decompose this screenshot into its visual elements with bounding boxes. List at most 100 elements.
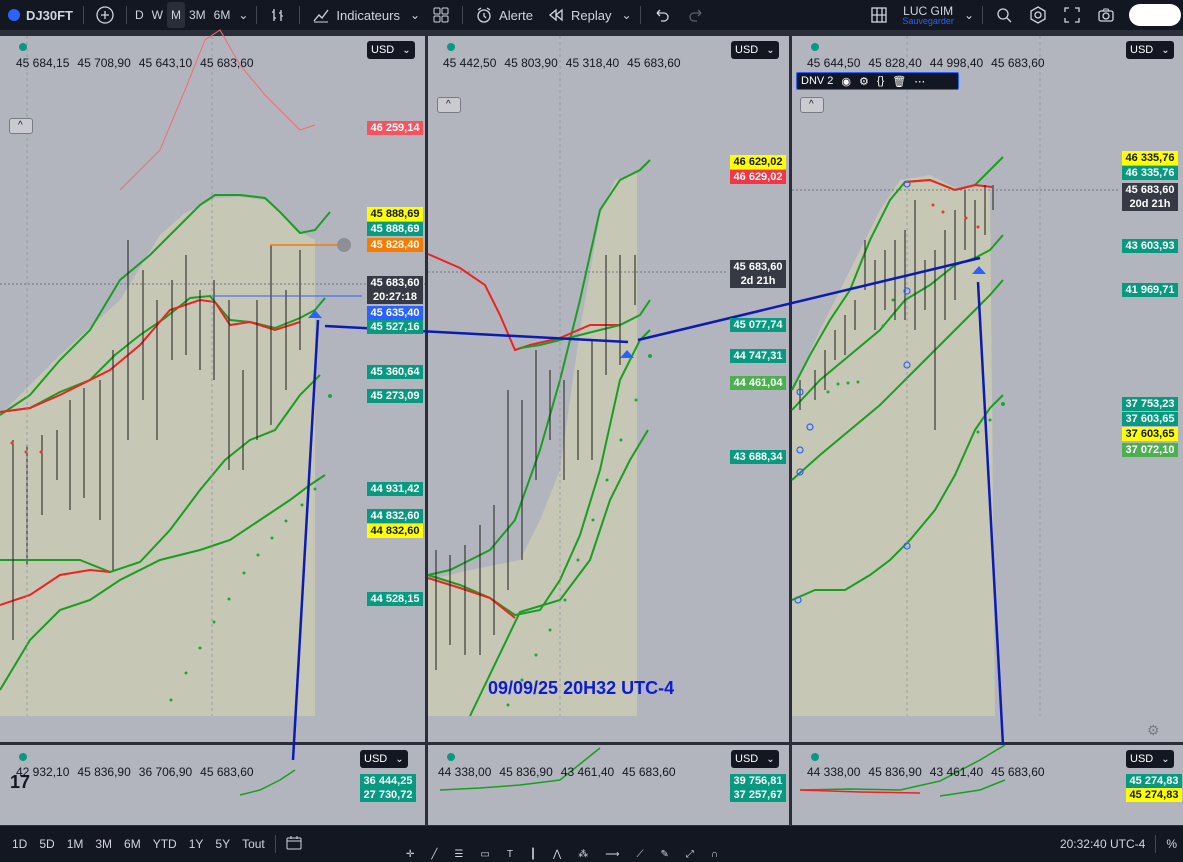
publish-pill: [1129, 4, 1181, 26]
sub3-currency-select[interactable]: USD: [1126, 750, 1174, 768]
settings-icon[interactable]: ⚙: [859, 75, 869, 88]
pane-price-label: 37 603,65: [1122, 427, 1178, 441]
clock[interactable]: 20:32:40 UTC-4: [1054, 837, 1151, 851]
alert-button[interactable]: Alerte: [467, 0, 539, 30]
compare-button[interactable]: [88, 0, 122, 30]
interval-3m[interactable]: 3M: [185, 0, 210, 30]
ohlc-high: 45 836,90: [499, 765, 553, 779]
pattern-icon[interactable]: ⋀: [553, 849, 561, 860]
interval-m[interactable]: M: [166, 2, 185, 28]
snapshot-button[interactable]: [1089, 0, 1123, 30]
range-all[interactable]: Tout: [236, 837, 271, 851]
layout-name-button[interactable]: LUC GIM Sauvegarder: [896, 0, 960, 30]
sub2-currency-select[interactable]: USD: [731, 750, 779, 768]
symbol-search[interactable]: DJ30FT: [0, 0, 79, 30]
publish-button[interactable]: [1123, 0, 1183, 30]
pane-price-label: 44 461,04: [730, 376, 786, 390]
layout-status: Sauvegarder: [902, 15, 954, 26]
percent-toggle[interactable]: %: [1160, 837, 1183, 851]
ohlc-high: 45 708,90: [77, 56, 131, 70]
eye-icon[interactable]: ◉: [841, 75, 851, 88]
redo-button[interactable]: [679, 0, 713, 30]
zoom-icon[interactable]: ⤢: [686, 849, 694, 860]
range-ytd[interactable]: YTD: [147, 837, 183, 851]
pane3-currency-select[interactable]: USD: [1126, 41, 1174, 59]
interval-d[interactable]: D: [131, 0, 148, 30]
chart-pane-3[interactable]: [792, 36, 1183, 742]
tradingview-window: DJ30FT D W M 3M 6M ⌄ Indicateurs ⌄ Alert…: [0, 0, 1183, 862]
pane-price-label: 44 832,60: [367, 524, 423, 538]
layout-dropdown[interactable]: ⌄: [960, 0, 978, 30]
search-icon: [993, 4, 1015, 26]
replay-button[interactable]: Replay: [539, 0, 617, 30]
replay-dropdown[interactable]: ⌄: [617, 0, 635, 30]
trend-line-icon[interactable]: ╱: [431, 849, 437, 860]
pane-price-label: 45 888,69: [367, 207, 423, 221]
measure-icon[interactable]: ⟋: [637, 849, 644, 860]
ray-icon[interactable]: ⟶: [605, 849, 619, 860]
rectangle-icon[interactable]: ▭: [480, 849, 489, 860]
pane2-currency-select[interactable]: USD: [731, 41, 779, 59]
sub-price-label: 45 274,83: [1126, 774, 1182, 788]
divider: [82, 6, 84, 24]
pane-price-label: 46 259,14: [367, 121, 423, 135]
pane3-settings-gear-icon[interactable]: ⚙: [1147, 722, 1160, 739]
sub1-currency-select[interactable]: USD: [360, 750, 408, 768]
source-code-icon[interactable]: {}: [877, 75, 884, 87]
settings-button[interactable]: [1021, 0, 1055, 30]
pane-price-label: 45 683,60: [1122, 183, 1178, 197]
layout-button[interactable]: [862, 0, 896, 30]
symbol-logo-icon: [8, 9, 20, 21]
range-1d[interactable]: 1D: [6, 837, 33, 851]
cursor-icon[interactable]: ✛: [406, 849, 414, 860]
undo-button[interactable]: [645, 0, 679, 30]
templates-button[interactable]: [424, 0, 458, 30]
magnet-icon[interactable]: ∩: [711, 849, 718, 860]
range-1y[interactable]: 1Y: [183, 837, 210, 851]
candles-icon[interactable]: ┃: [530, 849, 536, 860]
pane1-currency-select[interactable]: USD: [367, 41, 415, 59]
add-symbol-icon: [94, 4, 116, 26]
indicators-button[interactable]: Indicateurs: [304, 0, 406, 30]
brush-icon[interactable]: ✎: [661, 849, 669, 860]
ohlc-high: 45 803,90: [504, 56, 558, 70]
indicator-legend-dnv[interactable]: DNV 2 ◉ ⚙ {} 🗑 ⋯: [796, 72, 959, 90]
range-6m[interactable]: 6M: [118, 837, 147, 851]
fullscreen-button[interactable]: [1055, 0, 1089, 30]
interval-w[interactable]: W: [148, 0, 167, 30]
pane-price-label: 45 360,64: [367, 365, 423, 379]
pane-price-label: 37 603,65: [1122, 412, 1178, 426]
sub3-status-dot: [811, 753, 819, 761]
text-icon[interactable]: T: [507, 849, 513, 860]
pane-price-label: 43 688,34: [730, 450, 786, 464]
pane-price-label: 45 888,69: [367, 222, 423, 236]
volume-pane-3[interactable]: [792, 745, 1183, 825]
chart-type-button[interactable]: [261, 0, 295, 30]
range-5d[interactable]: 5D: [33, 837, 60, 851]
date-time-annotation[interactable]: 09/09/25 20H32 UTC-4: [488, 678, 674, 699]
pane1-collapse-button[interactable]: [9, 118, 33, 134]
sub2-status-dot: [447, 753, 455, 761]
goto-date-button[interactable]: [280, 835, 308, 853]
pane3-collapse-button[interactable]: [800, 97, 824, 113]
pane2-status-dot: [447, 43, 455, 51]
range-5y[interactable]: 5Y: [209, 837, 236, 851]
range-1m[interactable]: 1M: [61, 837, 90, 851]
horizontal-lines-icon[interactable]: ☰: [454, 849, 463, 860]
delete-icon[interactable]: 🗑: [892, 75, 906, 88]
interval-6m[interactable]: 6M: [210, 0, 235, 30]
pane-price-label: 45 273,09: [367, 389, 423, 403]
pane-price-label: 45 635,40: [367, 306, 423, 320]
ohlc-high: 45 828,40: [868, 56, 922, 70]
chart-pane-1[interactable]: [0, 36, 425, 742]
sub-price-label: 36 444,25: [360, 774, 416, 788]
sub2-ohlc: 44 338,00 45 836,90 43 461,40 45 683,60: [438, 765, 684, 779]
interval-dropdown[interactable]: ⌄: [234, 0, 252, 30]
pane2-collapse-button[interactable]: [437, 97, 461, 113]
range-3m[interactable]: 3M: [89, 837, 118, 851]
indicators-dropdown[interactable]: ⌄: [406, 0, 424, 30]
nodes-icon[interactable]: ⁂: [578, 849, 588, 860]
ohlc-low: 43 461,40: [560, 765, 615, 779]
more-icon[interactable]: ⋯: [914, 75, 925, 88]
quick-search-button[interactable]: [987, 0, 1021, 30]
